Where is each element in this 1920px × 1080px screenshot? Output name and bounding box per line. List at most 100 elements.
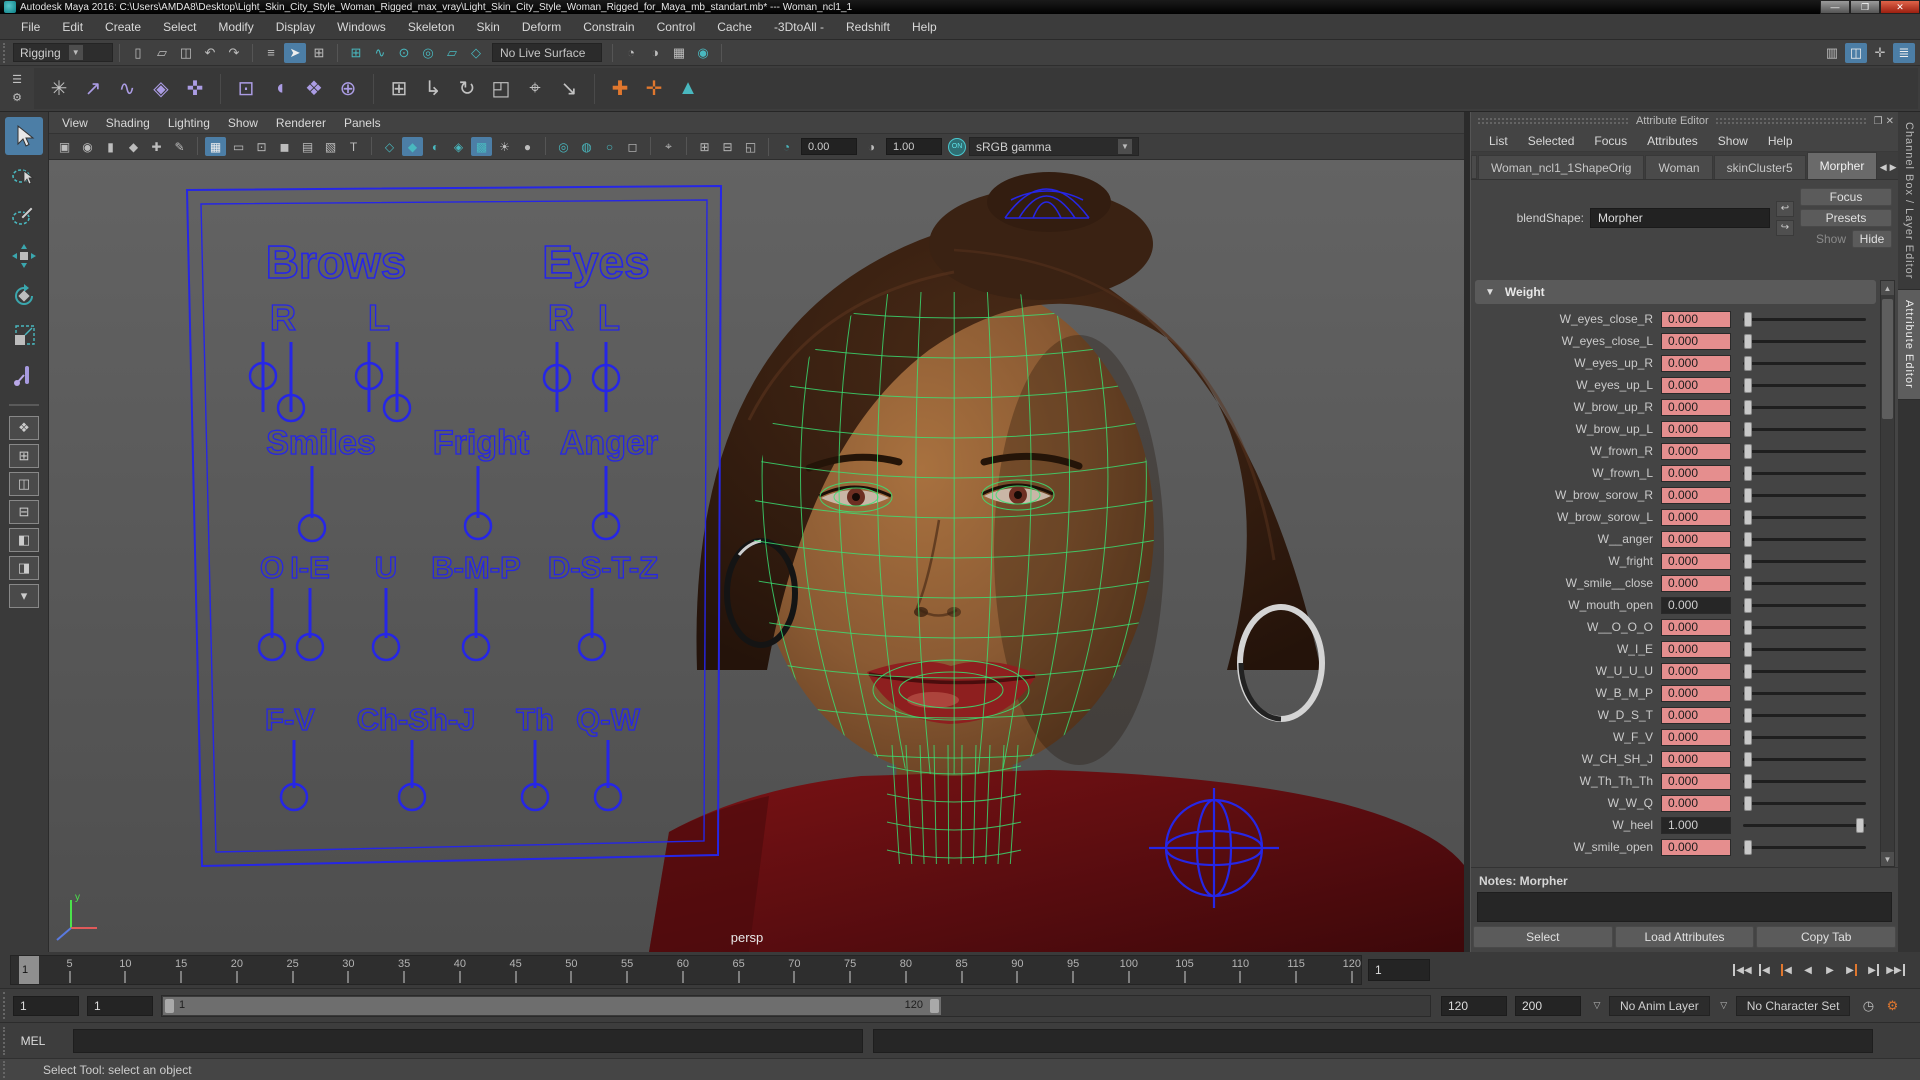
presets-button[interactable]: Presets <box>1800 209 1892 227</box>
slider-thumb[interactable] <box>1744 532 1752 547</box>
weight-slider[interactable] <box>1743 817 1866 834</box>
partial-tab[interactable] <box>1471 155 1477 179</box>
wireframe-icon[interactable]: ◇ <box>379 137 400 156</box>
slider-thumb[interactable] <box>1744 444 1752 459</box>
slider-thumb[interactable] <box>1744 774 1752 789</box>
playback-end-field[interactable]: 120 <box>1441 996 1507 1016</box>
weight-value-field[interactable]: 0.000 <box>1661 509 1731 526</box>
range-start-handle[interactable] <box>165 999 174 1013</box>
edit-attribute-icon[interactable]: ✛ <box>637 72 671 106</box>
flat-shade-icon[interactable]: ◐ <box>425 137 446 156</box>
time-slider-track[interactable]: 1 51015202530354045505560657075808590951… <box>10 955 1362 985</box>
main-menu-item-control[interactable]: Control <box>646 20 707 34</box>
main-menu-item-create[interactable]: Create <box>94 20 152 34</box>
anim-layer-button[interactable]: No Anim Layer <box>1609 996 1710 1016</box>
joint-tool-icon[interactable]: ✳ <box>42 72 76 106</box>
select-hierarchy-icon[interactable]: ≡ <box>260 43 282 63</box>
weight-value-field[interactable]: 0.000 <box>1661 839 1731 856</box>
main-menu-item-edit[interactable]: Edit <box>51 20 94 34</box>
close-button[interactable]: ✕ <box>1880 0 1920 14</box>
swap-output-icon[interactable]: ↪ <box>1776 220 1794 236</box>
weight-slider[interactable] <box>1743 685 1866 702</box>
ipr-render-icon[interactable]: ◑ <box>644 43 666 63</box>
menu-set-dropdown[interactable]: Rigging ▼ <box>13 43 113 62</box>
weight-section-header[interactable]: ▼ Weight <box>1475 280 1876 304</box>
slider-thumb[interactable] <box>1744 686 1752 701</box>
pane-tearoff-icon[interactable]: ◱ <box>740 137 761 156</box>
image-plane-icon[interactable]: ◆ <box>123 137 144 156</box>
current-frame-field[interactable]: 1 <box>1368 959 1430 981</box>
weight-value-field[interactable]: 1.000 <box>1661 817 1731 834</box>
scale-constraint-icon[interactable]: ◰ <box>484 72 518 106</box>
weight-value-field[interactable]: 0.000 <box>1661 619 1731 636</box>
main-menu-item-3dtoall[interactable]: -3DtoAll - <box>763 20 835 34</box>
film-gate-icon[interactable]: ▭ <box>228 137 249 156</box>
main-menu-item-skeleton[interactable]: Skeleton <box>397 20 466 34</box>
two-pane-side-layout-button[interactable]: ◫ <box>9 472 39 496</box>
slider-thumb[interactable] <box>1744 730 1752 745</box>
select-component-icon[interactable]: ⊞ <box>308 43 330 63</box>
command-grip[interactable] <box>3 1027 10 1055</box>
weight-slider[interactable] <box>1743 333 1866 350</box>
weight-value-field[interactable]: 0.000 <box>1661 597 1731 614</box>
snap-view-plane-icon[interactable]: ▱ <box>441 43 463 63</box>
slider-thumb[interactable] <box>1744 664 1752 679</box>
outliner-persp-layout-button[interactable]: ◧ <box>9 528 39 552</box>
weight-slider[interactable] <box>1743 773 1866 790</box>
render-current-frame-icon[interactable]: ◔ <box>620 43 642 63</box>
weight-slider[interactable] <box>1743 465 1866 482</box>
weight-slider[interactable] <box>1743 597 1866 614</box>
field-chart-icon[interactable]: ▤ <box>297 137 318 156</box>
save-scene-icon[interactable]: ◫ <box>175 43 197 63</box>
safe-action-icon[interactable]: ▧ <box>320 137 341 156</box>
slider-thumb[interactable] <box>1744 334 1752 349</box>
maya-logo-icon[interactable]: ▲ <box>671 72 705 106</box>
slider-thumb[interactable] <box>1744 400 1752 415</box>
weight-slider[interactable] <box>1743 641 1866 658</box>
blendshape-name-field[interactable]: Morpher <box>1590 208 1770 228</box>
range-slider-track[interactable]: 1 120 <box>161 995 1431 1017</box>
ik-spline-icon[interactable]: ∿ <box>110 72 144 106</box>
human-ik-icon[interactable]: ✜ <box>178 72 212 106</box>
weight-slider[interactable] <box>1743 487 1866 504</box>
open-scene-icon[interactable]: ▱ <box>151 43 173 63</box>
slider-thumb[interactable] <box>1744 378 1752 393</box>
occlusion-icon[interactable]: ◎ <box>553 137 574 156</box>
grease-pencil-icon[interactable]: ✎ <box>169 137 190 156</box>
redo-icon[interactable]: ↷ <box>223 43 245 63</box>
step-back-frame-button[interactable]: ◀ <box>1754 960 1774 980</box>
weight-value-field[interactable]: 0.000 <box>1661 311 1731 328</box>
select-camera-icon[interactable]: ▣ <box>54 137 75 156</box>
live-surface-field[interactable]: No Live Surface <box>492 43 602 62</box>
viewport-menu-item-lighting[interactable]: Lighting <box>159 116 219 130</box>
weight-value-field[interactable]: 0.000 <box>1661 641 1731 658</box>
weight-value-field[interactable]: 0.000 <box>1661 575 1731 592</box>
slider-thumb[interactable] <box>1744 840 1752 855</box>
tab-scroll-left-icon[interactable]: ◀ <box>1878 155 1888 179</box>
pane-paste-icon[interactable]: ⊟ <box>717 137 738 156</box>
slider-thumb[interactable] <box>1744 708 1752 723</box>
orient-constraint-icon[interactable]: ↻ <box>450 72 484 106</box>
paint-select-tool[interactable] <box>5 197 43 235</box>
snap-point-icon[interactable]: ⊙ <box>393 43 415 63</box>
slider-thumb[interactable] <box>1744 466 1752 481</box>
render-settings-icon[interactable]: ▦ <box>668 43 690 63</box>
undo-icon[interactable]: ↶ <box>199 43 221 63</box>
color-management-toggle[interactable]: ON <box>948 138 966 156</box>
xray-icon[interactable]: ◻ <box>622 137 643 156</box>
grid-icon[interactable]: ▦ <box>205 137 226 156</box>
slider-thumb[interactable] <box>1744 312 1752 327</box>
channel-box-toggle-icon[interactable]: ≣ <box>1893 43 1915 63</box>
wrap-deformer-icon[interactable]: ❖ <box>297 72 331 106</box>
scroll-down-icon[interactable]: ▼ <box>1881 852 1894 866</box>
parent-constraint-icon[interactable]: ⊞ <box>382 72 416 106</box>
float-panel-icon[interactable]: ❐ <box>1874 116 1883 127</box>
sidebar-tab-attribute-editor[interactable]: Attribute Editor <box>1898 290 1920 400</box>
weight-slider[interactable] <box>1743 795 1866 812</box>
attribute-editor-menu-item-list[interactable]: List <box>1479 134 1518 148</box>
weight-slider[interactable] <box>1743 311 1866 328</box>
weight-value-field[interactable]: 0.000 <box>1661 443 1731 460</box>
play-backwards-button[interactable]: ◀ <box>1798 960 1818 980</box>
viewport-canvas[interactable]: BrowsEyesRLRLSmilesFrightAngerOI-EUB-M-P… <box>49 160 1464 952</box>
shelf-tabs-icon[interactable]: ☰ <box>7 73 27 87</box>
